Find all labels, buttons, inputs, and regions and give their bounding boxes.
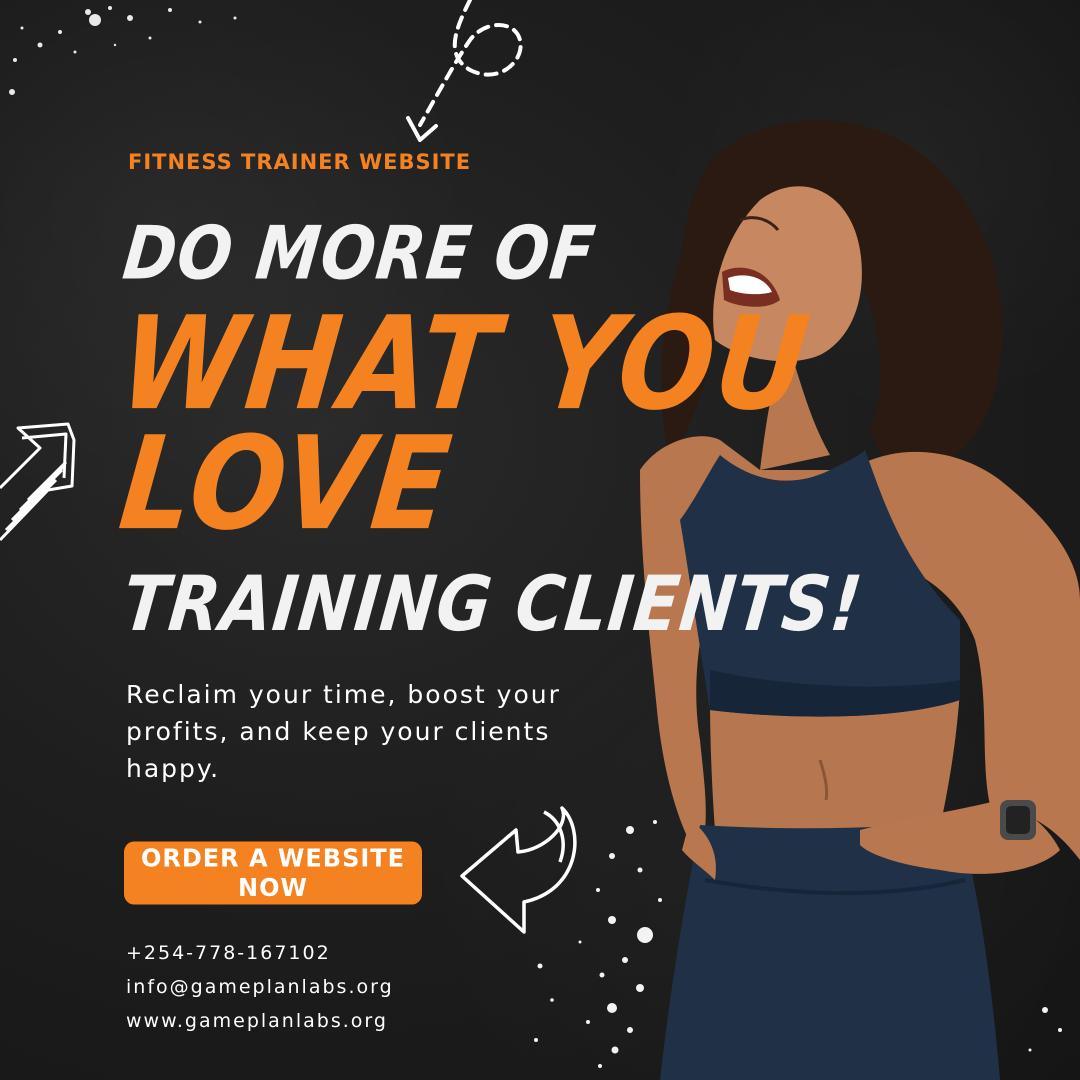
contact-email[interactable]: info@gameplanlabs.org — [126, 976, 394, 998]
order-website-button[interactable]: ORDER A WEBSITE NOW — [124, 841, 422, 905]
body-copy: Reclaim your time, boost your profits, a… — [126, 680, 561, 783]
contact-website[interactable]: www.gameplanlabs.org — [126, 1010, 388, 1032]
contact-phone[interactable]: +254-778-167102 — [126, 942, 331, 964]
headline-line-4: TRAINING CLIENTS! — [118, 560, 867, 649]
headline-line-1: DO MORE OF — [119, 212, 600, 298]
poster: FITNESS TRAINER WEBSITE DO MORE OF WHAT … — [0, 0, 1080, 1080]
headline-line-3: LOVE — [113, 409, 459, 560]
eyebrow-text: FITNESS TRAINER WEBSITE — [128, 150, 472, 174]
